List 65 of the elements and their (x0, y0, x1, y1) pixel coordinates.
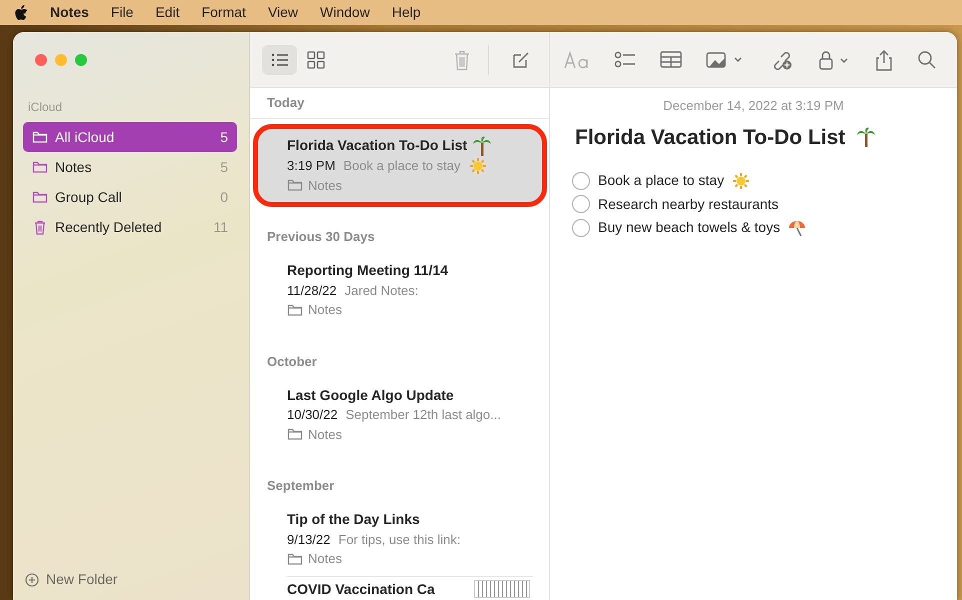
note-date: 11/28/22 (287, 282, 337, 300)
folder-icon (32, 190, 48, 204)
folder-label: Notes (308, 426, 342, 444)
note-date: 3:19 PM (287, 157, 336, 175)
sidebar-item[interactable]: Recently Deleted 11 (23, 212, 237, 242)
note-snippet: For tips, use this link: (338, 530, 460, 549)
note-timestamp: December 14, 2022 at 3:19 PM (662, 97, 845, 115)
menu-item[interactable]: Help (392, 2, 421, 23)
new-folder-button[interactable]: New Folder (13, 569, 249, 600)
note-title: Florida Vacation To-Do List (287, 136, 468, 156)
menu-item[interactable]: File (110, 2, 134, 23)
menu-item[interactable]: Window (320, 2, 370, 23)
note-title: Tip of the Day Links (287, 510, 420, 529)
note-snippet: Book a place to stay (343, 157, 460, 175)
menu-item[interactable]: View (268, 2, 298, 23)
compose-icon[interactable] (511, 50, 531, 70)
folder-icon (32, 160, 48, 174)
checkbox[interactable] (572, 195, 590, 214)
close-button[interactable] (35, 54, 47, 66)
folder-icon (287, 302, 303, 317)
section-header: Previous 30 Days (266, 229, 376, 245)
folder-icon (287, 552, 303, 566)
list-view-button[interactable] (262, 44, 297, 74)
folder-icon (287, 427, 303, 442)
folder-icon (287, 178, 303, 192)
section-header: iCloud (27, 99, 64, 116)
folder-label: Notes (308, 550, 342, 568)
table-icon[interactable] (660, 50, 682, 68)
checklist-icon[interactable] (614, 50, 636, 70)
menu-item[interactable]: Edit (155, 2, 180, 23)
checkbox[interactable] (572, 172, 590, 190)
note-heading: Florida Vacation To-Do List (575, 124, 846, 150)
note-title: Reporting Meeting 11/14 (287, 261, 448, 280)
note-snippet: September 12th last algo... (346, 406, 501, 424)
note-snippet: Jared Notes: (344, 282, 418, 300)
menu-item[interactable]: Notes (50, 2, 89, 23)
grid-icon (307, 50, 326, 68)
folder-icon (32, 130, 48, 144)
section-header: October (266, 354, 318, 370)
menu-item[interactable]: Format (202, 2, 246, 23)
sidebar-item[interactable]: Notes 5 (23, 152, 237, 182)
note-item[interactable]: Florida Vacation To-Do List 3:19 PM Book a place to stay Notes (258, 129, 542, 202)
note-title: COVID Vaccination Ca (287, 580, 435, 598)
section-header: Today (266, 95, 306, 111)
checklist-text: Buy new beach towels & toys (598, 218, 780, 238)
trash-icon (32, 219, 48, 235)
note-date: 10/30/22 (287, 406, 338, 424)
note-item[interactable]: Last Google Algo Update 10/30/22 September 12th last algo... Notes (258, 378, 542, 451)
plus-circle-icon (25, 572, 39, 586)
note-item[interactable]: Reporting Meeting 11/14 11/28/22 Jared Notes: Notes (258, 254, 542, 326)
share-icon[interactable] (874, 48, 893, 70)
sidebar-item[interactable]: Group Call 0 (23, 182, 237, 212)
section-header: September (266, 478, 336, 494)
search-icon[interactable] (916, 50, 937, 70)
checklist-text: Research nearby restaurants (598, 194, 779, 214)
folder-label: Notes (308, 301, 342, 319)
note-title: Last Google Algo Update (287, 386, 454, 405)
note-item[interactable]: Tip of the Day Links 9/13/22 For tips, use this link: Notes (258, 503, 542, 576)
checklist-text: Book a place to stay (598, 171, 724, 190)
note-item[interactable]: COVID Vaccination Ca (258, 576, 542, 600)
checkbox[interactable] (572, 218, 590, 237)
note-date: 9/13/22 (287, 530, 330, 548)
apple-logo-icon[interactable] (14, 4, 28, 20)
folder-label: Notes (308, 176, 342, 194)
sidebar-item[interactable]: All iCloud 5 (23, 122, 237, 152)
